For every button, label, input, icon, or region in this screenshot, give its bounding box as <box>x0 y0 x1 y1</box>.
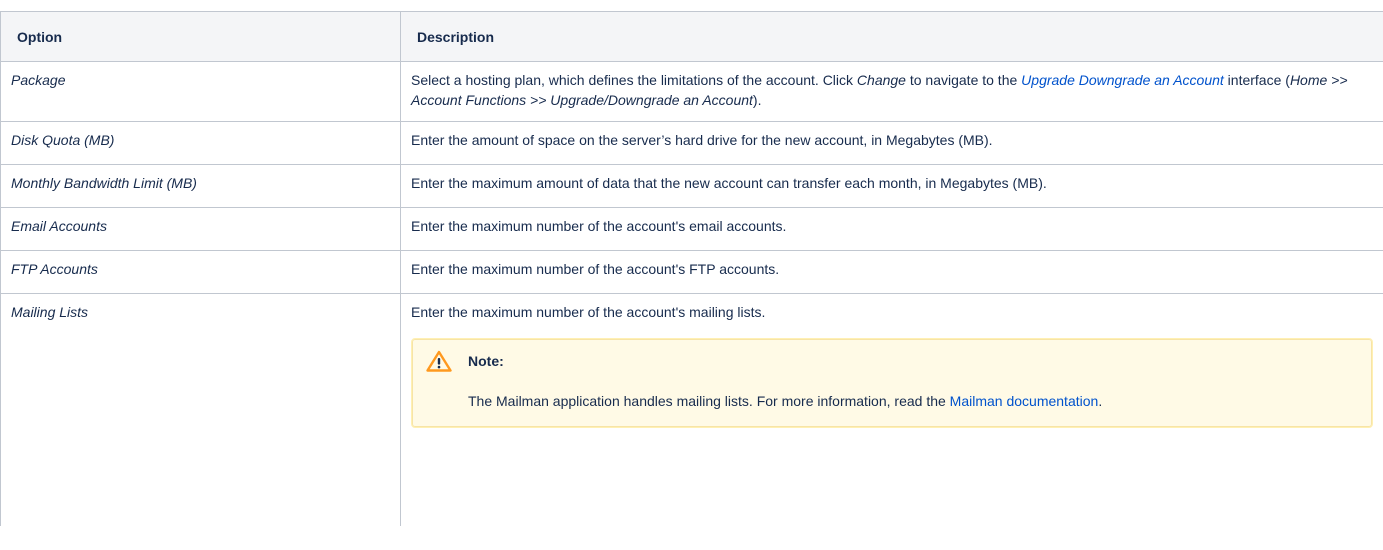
description-text: Enter the maximum number of the account'… <box>411 304 766 320</box>
description-cell: Enter the maximum number of the account'… <box>400 207 1383 251</box>
note-header: Note: <box>426 347 1356 375</box>
note-panel: Note: The Mailman application handles ma… <box>411 338 1373 428</box>
table-header-row: Option Description <box>0 11 1383 62</box>
table-row: Email Accounts Enter the maximum number … <box>0 207 1383 251</box>
option-cell: Package <box>0 61 401 122</box>
warning-icon <box>426 350 452 372</box>
table-row: FTP Accounts Enter the maximum number of… <box>0 250 1383 294</box>
option-cell: Email Accounts <box>0 207 401 251</box>
description-cell: Select a hosting plan, which defines the… <box>400 61 1383 122</box>
column-header-option: Option <box>0 11 401 62</box>
note-body: The Mailman application handles mailing … <box>468 391 1356 411</box>
description-cell: Enter the amount of space on the server’… <box>400 121 1383 165</box>
description-text: interface ( <box>1223 72 1290 88</box>
note-text: The Mailman application handles mailing … <box>468 393 950 409</box>
table-row: Mailing Lists Enter the maximum number o… <box>0 293 1383 526</box>
change-text: Change <box>856 72 906 88</box>
description-text: to navigate to the <box>905 72 1022 88</box>
column-header-description: Description <box>400 11 1383 62</box>
table-row: Disk Quota (MB) Enter the amount of spac… <box>0 121 1383 165</box>
description-cell: Enter the maximum number of the account'… <box>400 250 1383 294</box>
option-cell: FTP Accounts <box>0 250 401 294</box>
upgrade-downgrade-link[interactable]: Upgrade Downgrade an Account <box>1021 72 1224 88</box>
mailman-documentation-link[interactable]: Mailman documentation <box>950 393 1099 409</box>
options-table: Option Description Package Select a host… <box>0 11 1383 526</box>
table-row: Monthly Bandwidth Limit (MB) Enter the m… <box>0 164 1383 208</box>
description-cell: Enter the maximum amount of data that th… <box>400 164 1383 208</box>
note-end: . <box>1098 393 1103 409</box>
description-text: Select a hosting plan, which defines the… <box>411 72 857 88</box>
option-cell: Disk Quota (MB) <box>0 121 401 165</box>
description-cell: Enter the maximum number of the account'… <box>400 293 1383 526</box>
table-row: Package Select a hosting plan, which def… <box>0 61 1383 122</box>
option-cell: Mailing Lists <box>0 293 401 526</box>
description-text: ). <box>752 92 762 108</box>
note-title: Note: <box>468 353 504 369</box>
option-cell: Monthly Bandwidth Limit (MB) <box>0 164 401 208</box>
